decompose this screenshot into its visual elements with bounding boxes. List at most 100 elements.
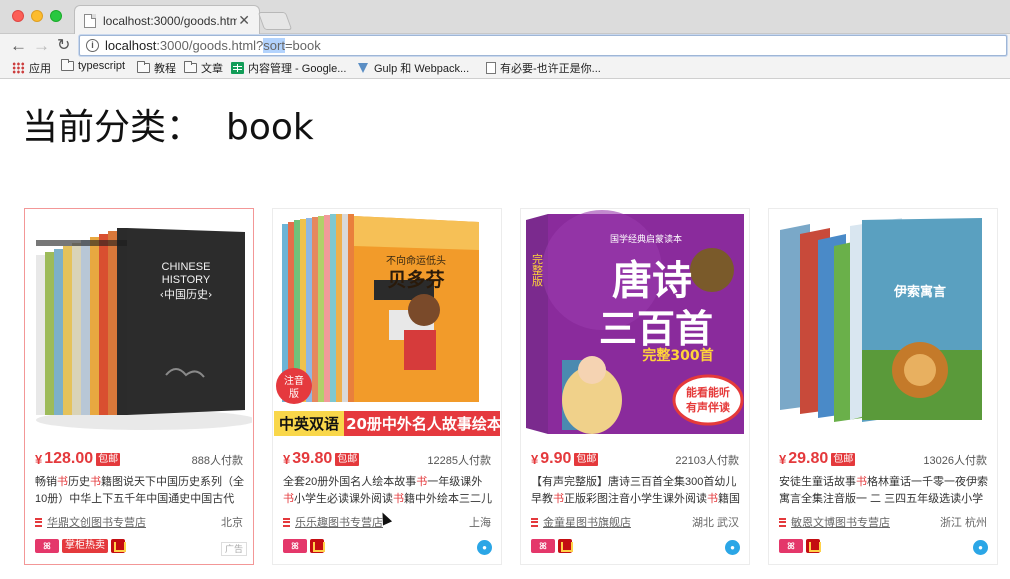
info-icon[interactable]: i — [86, 39, 99, 52]
product-image[interactable]: 不向命运低头 贝多芬 注音 版 中英双语 20册中外名人故事绘本 — [274, 210, 500, 438]
shop-icon — [283, 517, 290, 527]
title-text: 安徒生童话故事 — [779, 476, 856, 488]
price-value: 128.00 — [44, 450, 94, 467]
price: ¥29.80 包邮 — [779, 450, 856, 467]
product-title[interactable]: 全套20册外国名人绘本故事书一年级课外书小学生必读课外阅读书籍中外绘本三二儿童 — [283, 474, 493, 508]
close-tab-icon[interactable]: ✕ — [238, 12, 250, 29]
bookmark-content-management[interactable]: 内容管理 - Google... — [231, 60, 346, 76]
shop-name: 金童星图书旗舰店 — [543, 517, 631, 529]
service-tags: ꕤ 掌柜热卖 — [35, 539, 126, 553]
url-text[interactable]: localhost:3000/goods.html?sort=book — [105, 38, 321, 53]
product-title[interactable]: 安徒生童话故事书格林童话一千零一夜伊索寓言全集注音版一 二 三四五年级选读小学 — [779, 474, 989, 508]
tmall-icon[interactable]: ꕤ — [779, 539, 803, 553]
gold-seller-icon[interactable] — [806, 539, 821, 553]
folder-icon — [137, 61, 150, 73]
browser-toolbar: ← → ↻ i localhost:3000/goods.html?sort=b… — [0, 34, 1010, 58]
product-title[interactable]: 【有声完整版】唐诗三百首全集300首幼儿早教书正版彩图注音小学生课外阅读书籍国 — [531, 474, 741, 508]
buyers-count: 13026人付款 — [923, 455, 987, 467]
service-tags: ꕤ — [531, 539, 573, 553]
title-text: 小学生必读课外阅读 — [294, 493, 393, 505]
browser-tab[interactable]: localhost:3000/goods.html?sc ✕ — [74, 5, 260, 35]
tmall-icon[interactable]: ꕤ — [283, 539, 307, 553]
product-card[interactable]: 国学经典启蒙读本 唐诗 三百首 完整300首 完整版 能看能听 有声伴读 ¥9.… — [520, 208, 750, 565]
cover-text: 中英双语 — [279, 415, 339, 433]
reload-icon[interactable]: ↻ — [57, 36, 70, 56]
tmall-icon[interactable]: ꕤ — [531, 539, 555, 553]
bookmark-typescript[interactable]: typescript — [61, 59, 125, 72]
title-keyword: 书 — [393, 493, 404, 505]
product-card[interactable]: CHINESE HISTORY ‹中国历史› ¥128.00 包邮 888人付款 … — [24, 208, 254, 565]
shop-name: 华鼎文创图书专营店 — [47, 517, 146, 529]
minimize-window-button[interactable] — [31, 10, 43, 22]
product-image[interactable]: 国学经典启蒙读本 唐诗 三百首 完整300首 完整版 能看能听 有声伴读 — [522, 210, 748, 438]
gulp-icon — [358, 63, 368, 73]
shop-link[interactable]: 华鼎文创图书专营店 — [35, 514, 146, 530]
bookmarks-bar: 应用 typescript 教程 文章 内容管理 - Google... Gul… — [0, 58, 1010, 79]
buyers-count: 22103人付款 — [675, 455, 739, 467]
url-selected-text: sort — [263, 38, 285, 53]
price: ¥128.00 包邮 — [35, 450, 121, 467]
free-shipping-badge: 包邮 — [335, 452, 360, 466]
title-text: 籍国 — [718, 493, 740, 505]
product-title[interactable]: 畅销书历史书籍图说天下中国历史系列（全10册）中华上下五千年中国通史中国古代史 — [35, 474, 245, 508]
bookmark-gulp-webpack[interactable]: Gulp 和 Webpack... — [358, 60, 469, 76]
cover-text: 贝多芬 — [387, 268, 445, 291]
address-bar[interactable]: i localhost:3000/goods.html?sort=book — [79, 35, 1007, 56]
maximize-window-button[interactable] — [50, 10, 62, 22]
bookmark-label: 应用 — [29, 63, 51, 75]
shop-name: 乐乐趣图书专营店 — [295, 517, 383, 529]
hot-seller-tag[interactable]: 掌柜热卖 — [62, 539, 108, 553]
gold-seller-icon[interactable] — [558, 539, 573, 553]
service-tags: ꕤ — [779, 539, 821, 553]
close-window-button[interactable] — [12, 10, 24, 22]
chat-icon[interactable]: ● — [973, 540, 988, 555]
document-icon — [486, 62, 496, 74]
product-image[interactable]: CHINESE HISTORY ‹中国历史› — [26, 210, 252, 438]
title-keyword: 书 — [707, 493, 718, 505]
price-value: 29.80 — [788, 450, 829, 467]
cover-text: HISTORY — [162, 274, 211, 286]
folder-icon — [184, 61, 197, 73]
bookmark-label: 内容管理 - Google... — [248, 63, 347, 75]
apps-icon — [12, 62, 25, 74]
buyers-count: 888人付款 — [191, 455, 243, 467]
title-keyword: 书 — [553, 493, 564, 505]
browser-titlebar: localhost:3000/goods.html?sc ✕ — [0, 0, 1010, 35]
free-shipping-badge: 包邮 — [96, 452, 121, 466]
title-keyword: 书 — [90, 476, 101, 488]
location: 上海 — [469, 517, 491, 529]
back-icon[interactable]: ← — [10, 36, 27, 56]
forward-icon[interactable]: → — [33, 36, 50, 56]
bookmark-article[interactable]: 有必要-也许正是你... — [486, 60, 601, 76]
product-image[interactable]: 伊索寓言 — [770, 210, 996, 438]
price-value: 39.80 — [292, 450, 333, 467]
tmall-icon[interactable]: ꕤ — [35, 539, 59, 553]
shop-link[interactable]: 乐乐趣图书专营店 — [283, 514, 383, 530]
gold-seller-icon[interactable] — [111, 539, 126, 553]
category-value: book — [226, 107, 314, 148]
title-keyword: 书 — [416, 476, 428, 488]
bookmark-apps[interactable]: 应用 — [12, 60, 51, 76]
cover-text: 能看能听 — [686, 385, 730, 399]
price: ¥9.90 包邮 — [531, 450, 599, 467]
chat-icon[interactable]: ● — [477, 540, 492, 555]
product-card[interactable]: 伊索寓言 ¥29.80 包邮 13026人付款 安徒生童话故事书格林童话一千零一夜… — [768, 208, 998, 565]
title-text: 全套20册外国名人绘本故事 — [283, 476, 417, 488]
bookmark-tutorials[interactable]: 教程 — [137, 60, 176, 76]
url-host: localhost — [105, 38, 157, 53]
buyers-count: 12285人付款 — [427, 455, 491, 467]
cover-badge-text: 注音 — [284, 374, 304, 387]
shop-icon — [779, 517, 786, 527]
cover-text: 三百首 — [599, 307, 713, 351]
shop-link[interactable]: 金童星图书旗舰店 — [531, 514, 631, 530]
location: 北京 — [221, 517, 243, 529]
cover-text: 国学经典启蒙读本 — [610, 233, 682, 245]
shop-link[interactable]: 敏恩文博图书专营店 — [779, 514, 890, 530]
price: ¥39.80 包邮 — [283, 450, 360, 467]
cover-text: ‹中国历史› — [160, 288, 213, 301]
new-tab-button[interactable] — [257, 12, 293, 30]
chat-icon[interactable]: ● — [725, 540, 740, 555]
gold-seller-icon[interactable] — [310, 539, 325, 553]
bookmark-articles[interactable]: 文章 — [184, 60, 223, 76]
ad-label: 广告 — [220, 542, 247, 556]
